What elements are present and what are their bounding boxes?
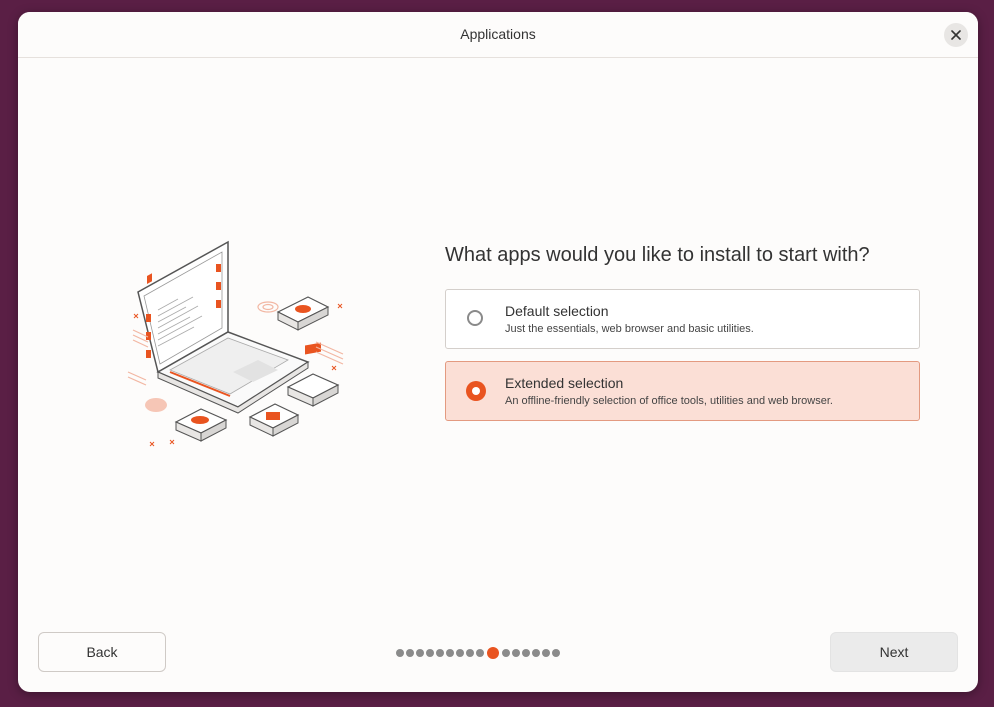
default-selection-radio[interactable] [467, 310, 483, 326]
video-app-tile [248, 403, 300, 437]
extended-selection-option[interactable]: Extended selection An offline-friendly s… [445, 361, 920, 421]
progress-dot-current [487, 647, 499, 659]
progress-dot [456, 649, 464, 657]
title-bar: Applications [18, 12, 978, 58]
progress-dot [522, 649, 530, 657]
option-title: Extended selection [505, 375, 624, 391]
progress-dot [416, 649, 424, 657]
next-button[interactable]: Next [830, 632, 958, 672]
back-button[interactable]: Back [38, 632, 166, 672]
progress-dot [426, 649, 434, 657]
installer-window: Applications What apps would you like to… [18, 12, 978, 692]
progress-dot [446, 649, 454, 657]
progress-dot [512, 649, 520, 657]
progress-dot [532, 649, 540, 657]
game-app-tile [174, 408, 228, 442]
option-title: Default selection [505, 303, 609, 319]
map-app-tile [276, 296, 330, 331]
option-description: Just the essentials, web browser and bas… [505, 323, 754, 335]
close-icon [951, 30, 961, 40]
progress-dot [406, 649, 414, 657]
option-description: An offline-friendly selection of office … [505, 395, 833, 407]
extended-selection-radio[interactable] [466, 381, 486, 401]
close-button[interactable] [944, 23, 968, 47]
progress-dot [476, 649, 484, 657]
progress-dot [542, 649, 550, 657]
progress-dot [436, 649, 444, 657]
progress-dot [502, 649, 510, 657]
progress-dot [552, 649, 560, 657]
progress-dot [396, 649, 404, 657]
progress-dot [466, 649, 474, 657]
default-selection-option[interactable]: Default selection Just the essentials, w… [445, 289, 920, 349]
window-title: Applications [460, 26, 536, 42]
page-question: What apps would you like to install to s… [445, 244, 870, 266]
laptop-illustration [127, 240, 344, 447]
